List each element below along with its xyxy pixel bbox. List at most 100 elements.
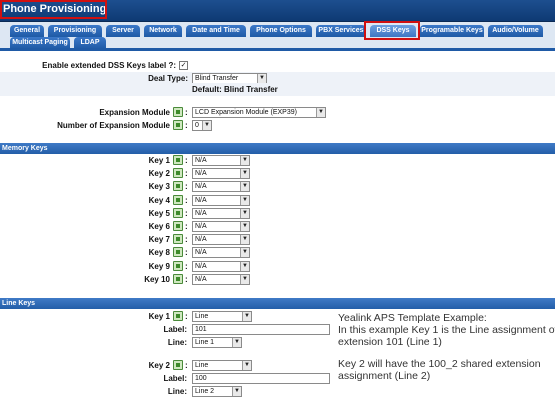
chevron-down-icon: ▼ — [240, 156, 249, 165]
memory-key-type-select[interactable]: N/A ▼ — [192, 194, 250, 206]
help-icon[interactable] — [173, 221, 183, 231]
memory-key-label: Key 9 — [148, 261, 170, 271]
memory-key-type-value: N/A — [195, 236, 207, 244]
title-highlight-box — [0, 0, 107, 19]
extended-label-text: Enable extended DSS Keys label ?: — [42, 61, 176, 70]
colon-text: : — [185, 274, 188, 284]
memory-key-label: Key 4 — [148, 195, 170, 205]
expansion-module-select[interactable]: LCD Expansion Module (EXP39) ▼ — [192, 107, 326, 118]
memory-key-label: Key 8 — [148, 248, 170, 258]
memory-key-type-select[interactable]: N/A ▼ — [192, 221, 250, 232]
memory-key-row: Key 9: N/A ▼ — [0, 260, 555, 273]
help-icon[interactable] — [173, 360, 183, 370]
chevron-down-icon: ▼ — [242, 312, 251, 321]
memory-key-label: Key 1 — [148, 156, 170, 165]
colon-text: : — [185, 361, 188, 370]
chevron-down-icon: ▼ — [240, 222, 249, 231]
line-key-1-line-label: Line: — [167, 338, 187, 347]
memory-key-type-select[interactable]: N/A ▼ — [192, 260, 250, 272]
tab-server[interactable]: Server — [106, 25, 140, 37]
memory-key-type-select[interactable]: N/A ▼ — [192, 155, 250, 166]
memory-key-type-select[interactable]: N/A ▼ — [192, 207, 250, 219]
help-icon[interactable] — [173, 311, 183, 321]
line-key-2-line-select[interactable]: Line 2 ▼ — [192, 386, 242, 397]
memory-key-row: Key 10: N/A ▼ — [0, 273, 555, 286]
colon-text: : — [185, 121, 188, 130]
memory-key-type-value: N/A — [195, 183, 207, 191]
chevron-down-icon: ▼ — [202, 121, 211, 130]
memory-key-type-value: N/A — [195, 223, 207, 230]
num-modules-select[interactable]: 0 ▼ — [192, 120, 212, 131]
annotation-line-4: Key 2 will have the 100_2 shared extensi… — [338, 358, 541, 370]
memory-key-row: Key 4: N/A ▼ — [0, 194, 555, 207]
colon-text: : — [185, 182, 188, 192]
colon-text: : — [185, 108, 188, 117]
chevron-down-icon: ▼ — [242, 361, 251, 370]
memory-key-row: Key 7: N/A ▼ — [0, 233, 555, 246]
annotation-line-1: Yealink APS Template Example: — [338, 312, 487, 324]
tab-network[interactable]: Network — [144, 25, 182, 37]
colon-text: : — [185, 208, 188, 218]
line-key-1-line-row: Line: Line 1 ▼ — [0, 336, 555, 349]
line-key-1-label-input[interactable]: 101 — [192, 324, 330, 335]
tab-date-time[interactable]: Date and Time — [186, 25, 246, 37]
chevron-down-icon: ▼ — [232, 338, 241, 347]
line-key-2-label: Key 2 — [148, 361, 170, 370]
memory-key-type-select[interactable]: N/A ▼ — [192, 234, 250, 246]
tab-programable-keys[interactable]: Programable Keys — [420, 25, 484, 37]
memory-key-type-value: N/A — [195, 262, 207, 270]
help-icon[interactable] — [173, 247, 183, 258]
colon-text: : — [185, 248, 188, 258]
help-icon[interactable] — [173, 194, 183, 205]
help-icon[interactable] — [173, 120, 183, 130]
chevron-down-icon: ▼ — [240, 182, 249, 192]
line-key-2-line-row: Line: Line 2 ▼ — [0, 385, 555, 398]
line-key-1-type-select[interactable]: Line ▼ — [192, 311, 252, 322]
memory-key-row: Key 1: N/A ▼ — [0, 154, 555, 167]
memory-key-type-select[interactable]: N/A ▼ — [192, 181, 250, 193]
extended-label-row: Enable extended DSS Keys label ?: ✓ — [0, 59, 555, 72]
memory-key-label: Key 3 — [148, 182, 170, 192]
colon-text: : — [185, 195, 188, 205]
tab-pbx-services[interactable]: PBX Services — [316, 25, 366, 37]
line-keys-header: Line Keys — [0, 298, 555, 309]
tab-audio-volume[interactable]: Audio/Volume — [488, 25, 543, 37]
deal-type-default: Default: Blind Transfer — [192, 85, 278, 94]
line-key-2-label-input[interactable]: 100 — [192, 373, 330, 384]
line-key-2-type-select[interactable]: Line ▼ — [192, 360, 252, 371]
help-icon[interactable] — [173, 260, 183, 271]
tab-phone-options[interactable]: Phone Options — [250, 25, 312, 37]
num-modules-row: Number of Expansion Module : 0 ▼ — [0, 119, 555, 132]
help-icon[interactable] — [173, 181, 183, 192]
help-icon[interactable] — [173, 207, 183, 218]
line-key-2-line-label: Line: — [167, 387, 187, 396]
memory-key-type-select[interactable]: N/A ▼ — [192, 273, 250, 285]
help-icon[interactable] — [173, 273, 183, 284]
memory-key-type-value: N/A — [195, 170, 207, 178]
line-key-1-line-value: Line 1 — [195, 339, 215, 346]
annotation-line-3: extension 101 (Line 1) — [338, 336, 442, 348]
num-modules-label: Number of Expansion Module — [57, 121, 170, 130]
tab-general[interactable]: General — [10, 25, 44, 37]
memory-key-type-value: N/A — [195, 209, 207, 217]
annotation-line-2: In this example Key 1 is the Line assign… — [338, 324, 555, 336]
tab-provisioning[interactable]: Provisioning — [48, 25, 102, 37]
line-key-1-line-select[interactable]: Line 1 ▼ — [192, 337, 242, 348]
memory-key-type-select[interactable]: N/A ▼ — [192, 168, 250, 180]
dss-tab-highlight-box — [364, 21, 420, 40]
line-key-2-type-value: Line — [195, 362, 209, 369]
memory-key-label: Key 2 — [148, 169, 170, 179]
help-icon[interactable] — [173, 234, 183, 245]
colon-text: : — [185, 169, 188, 179]
help-icon[interactable] — [173, 107, 183, 117]
chevron-down-icon: ▼ — [240, 235, 249, 245]
help-icon[interactable] — [173, 155, 183, 165]
num-modules-value: 0 — [195, 122, 199, 129]
colon-text: : — [185, 222, 188, 231]
memory-key-type-select[interactable]: N/A ▼ — [192, 247, 250, 259]
line-key-2-label-row: Label: 100 — [0, 372, 555, 385]
help-icon[interactable] — [173, 168, 183, 179]
memory-key-type-value: N/A — [195, 275, 207, 283]
memory-key-type-value: N/A — [195, 249, 207, 257]
extended-label-checkbox[interactable]: ✓ — [179, 61, 188, 70]
